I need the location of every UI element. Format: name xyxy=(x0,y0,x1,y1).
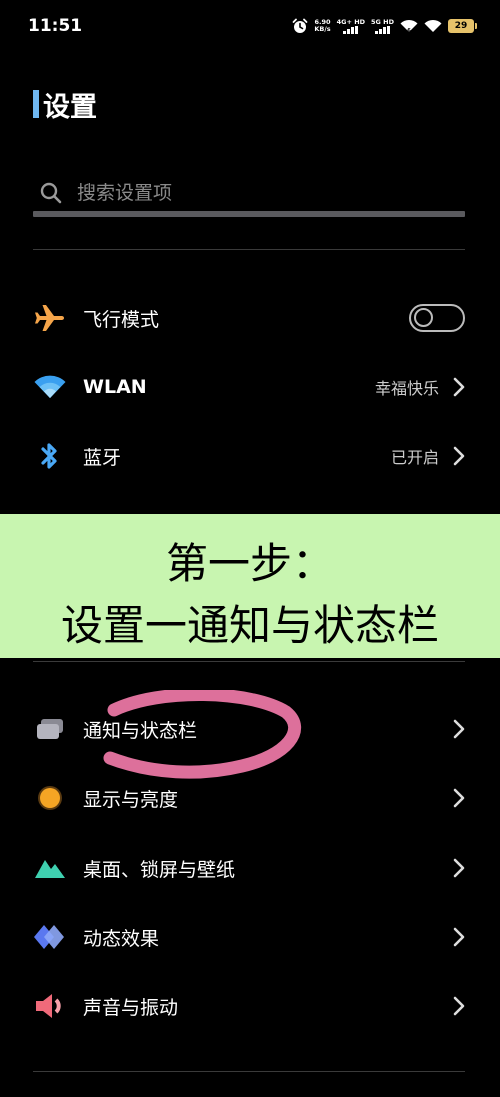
wallpaper-icon xyxy=(33,851,67,885)
wlan-network-name: 幸福快乐 xyxy=(374,379,439,398)
settings-item-label: WLAN xyxy=(83,376,147,398)
settings-item-wallpaper[interactable]: 桌面、锁屏与壁纸 xyxy=(33,838,465,898)
settings-item-dynamic-effects[interactable]: 动态效果 xyxy=(33,907,465,967)
wifi-icon xyxy=(33,370,67,404)
wifi-status-icon xyxy=(424,19,442,32)
chevron-right-icon xyxy=(453,719,465,739)
divider xyxy=(33,1071,465,1072)
sim1-label: 4G+ HD xyxy=(336,18,366,26)
chevron-right-icon xyxy=(453,927,465,947)
net-speed: 6.90 KB/s xyxy=(314,18,331,33)
settings-item-bluetooth[interactable]: 蓝牙 已开启 xyxy=(33,426,465,486)
tutorial-banner: 第一步： 设置一通知与状态栏 xyxy=(0,514,500,658)
settings-item-label: 蓝牙 xyxy=(83,446,122,469)
sim2-signal: 5G HD xyxy=(371,18,394,34)
search-bar[interactable] xyxy=(33,170,465,220)
settings-item-label: 飞行模式 xyxy=(83,308,160,331)
page-title: 设置 xyxy=(43,91,97,123)
svg-text:6: 6 xyxy=(407,28,411,33)
search-underline xyxy=(33,211,465,217)
dynamic-effect-icon xyxy=(33,920,67,954)
chevron-right-icon xyxy=(453,788,465,808)
airplane-icon xyxy=(33,301,67,335)
chevron-right-icon xyxy=(453,858,465,878)
annotation-circle-scribble xyxy=(103,690,302,779)
settings-item-label: 显示与亮度 xyxy=(83,788,179,811)
search-icon xyxy=(40,182,62,204)
settings-item-label: 声音与振动 xyxy=(83,996,179,1019)
status-time: 11:51 xyxy=(28,16,83,36)
settings-item-display-brightness[interactable]: 显示与亮度 xyxy=(33,768,465,828)
settings-item-wlan[interactable]: WLAN 幸福快乐 xyxy=(33,357,465,417)
airplane-mode-toggle[interactable] xyxy=(409,304,465,332)
sim2-label: 5G HD xyxy=(371,18,394,26)
battery-icon: 29 xyxy=(448,19,477,33)
sim1-signal: 4G+ HD xyxy=(337,18,365,34)
chevron-right-icon xyxy=(453,446,465,466)
chevron-right-icon xyxy=(453,377,465,397)
banner-step-text: 设置一通知与状态栏 xyxy=(60,601,439,650)
settings-item-label: 桌面、锁屏与壁纸 xyxy=(83,858,236,881)
wifi-status-icon: 6 xyxy=(400,19,418,33)
alarm-icon xyxy=(292,18,308,33)
settings-item-airplane-mode[interactable]: 飞行模式 xyxy=(33,288,465,348)
signal-bars-icon xyxy=(375,26,391,34)
search-input[interactable] xyxy=(77,178,457,208)
page-header: 设置 xyxy=(33,86,97,123)
bluetooth-icon xyxy=(33,439,67,473)
divider xyxy=(33,249,465,250)
brightness-icon xyxy=(33,781,67,815)
chevron-right-icon xyxy=(453,996,465,1016)
settings-item-sound-vibration[interactable]: 声音与振动 xyxy=(33,976,465,1036)
signal-bars-icon xyxy=(343,26,359,34)
status-icons: 6.90 KB/s 4G+ HD 5G HD 6 29 xyxy=(292,15,477,37)
sound-icon xyxy=(33,989,67,1023)
divider xyxy=(33,661,465,662)
settings-item-label: 动态效果 xyxy=(83,927,160,950)
title-accent-bar xyxy=(33,90,39,118)
status-bar: 11:51 6.90 KB/s 4G+ HD 5G HD 6 29 xyxy=(0,0,500,50)
banner-step-title: 第一步： xyxy=(165,539,334,588)
notification-icon xyxy=(33,712,67,746)
bluetooth-status: 已开启 xyxy=(390,448,439,467)
